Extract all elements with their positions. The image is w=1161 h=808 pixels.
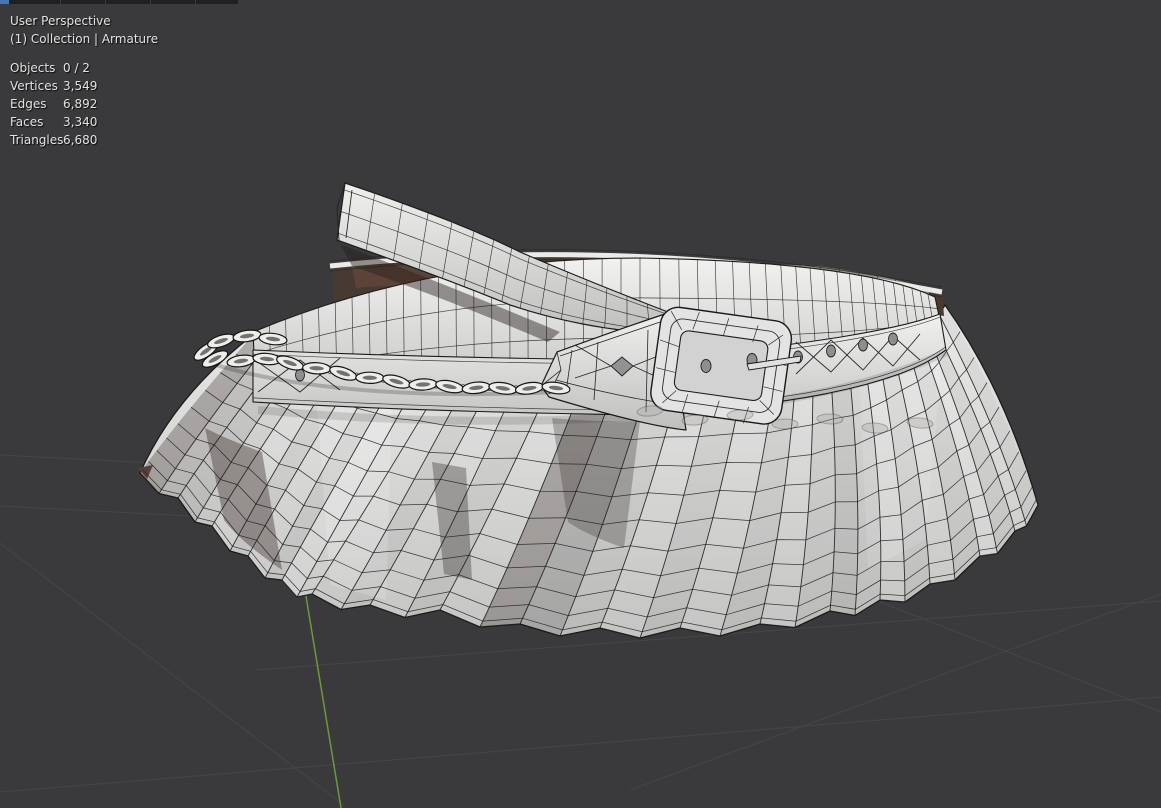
- belt-hole: [889, 333, 898, 345]
- grid-line: [0, 506, 208, 517]
- belt-hole: [296, 369, 305, 381]
- grid-line: [880, 602, 1161, 712]
- topbar-tab-separator: [60, 0, 61, 4]
- skirt-belt-model[interactable]: [138, 183, 1038, 638]
- chain-link: [356, 372, 384, 384]
- topbar-tab-separator: [150, 0, 151, 4]
- topbar-edge[interactable]: [0, 0, 238, 4]
- topbar-active-tab-sliver[interactable]: [0, 0, 9, 4]
- blender-3d-viewport[interactable]: User Perspective (1) Collection | Armatu…: [0, 0, 1161, 808]
- belt-buckle[interactable]: [648, 305, 801, 428]
- belt-hole: [859, 339, 868, 351]
- chain-link: [206, 331, 236, 350]
- ghost-link: [772, 419, 798, 429]
- tongue-hole-in-opening: [701, 360, 711, 373]
- grid-line: [0, 697, 1161, 792]
- viewport-canvas[interactable]: [0, 0, 1161, 808]
- topbar-tab-separator: [195, 0, 196, 4]
- belt-hole: [827, 345, 836, 357]
- topbar-tab-separator: [105, 0, 106, 4]
